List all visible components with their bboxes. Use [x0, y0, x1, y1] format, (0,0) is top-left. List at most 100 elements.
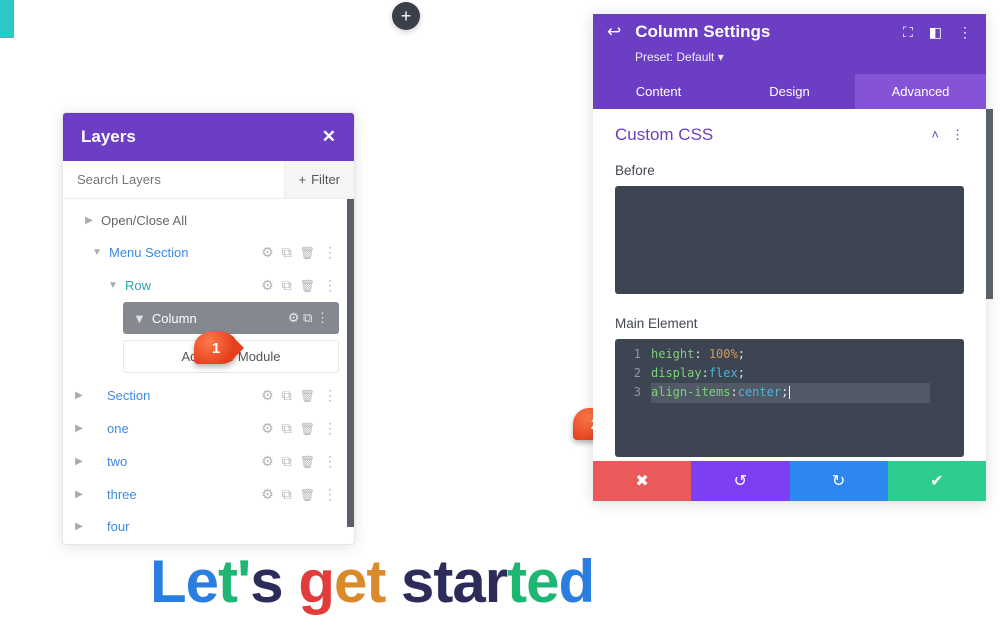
code-line-1: 1 height: 100%; — [623, 345, 956, 364]
layers-tree: ▶ Open/Close All ▼ Menu Section ▼ Row — [63, 199, 347, 544]
before-css-input[interactable] — [615, 186, 964, 294]
layer-label: Section — [107, 388, 261, 403]
expand-icon[interactable]: ⛶ — [903, 24, 913, 41]
layers-panel: Layers ✕ + Filter ▶ Open/Close All ▼ Men… — [62, 112, 355, 545]
settings-tabs: Content Design Advanced — [593, 74, 986, 109]
layer-three[interactable]: ▶ three — [63, 478, 347, 511]
header-icons: ⛶ ◧ ⋮ — [903, 24, 972, 41]
settings-header-top: ↩ Column Settings ⛶ ◧ ⋮ — [593, 14, 986, 50]
caret-down-icon: ▼ — [133, 311, 146, 326]
duplicate-icon[interactable] — [282, 486, 292, 503]
plus-icon: + — [299, 172, 307, 187]
caret-right-icon: ▶ — [73, 456, 85, 467]
before-label: Before — [615, 163, 964, 178]
more-icon[interactable] — [323, 420, 337, 437]
layer-controls — [261, 244, 337, 261]
layout-icon[interactable]: ◧ — [929, 24, 942, 41]
gear-icon[interactable] — [261, 453, 274, 470]
more-icon[interactable] — [323, 453, 337, 470]
gear-icon[interactable] — [261, 420, 274, 437]
undo-button[interactable]: ↺ — [691, 461, 789, 501]
layer-two[interactable]: ▶ two — [63, 445, 347, 478]
css-semi: ; — [738, 366, 745, 380]
custom-css-section-header[interactable]: Custom CSS ˄ ⋮ — [615, 125, 964, 145]
main-element-css-input[interactable]: 1 height: 100%; 2 display:flex; 3 align-… — [615, 339, 964, 457]
chevron-up-icon[interactable]: ˄ — [931, 127, 939, 143]
layers-header: Layers ✕ — [63, 113, 354, 161]
page-edge-accent — [0, 0, 14, 38]
caret-down-icon: ▼ — [91, 247, 103, 258]
section-title: Custom CSS — [615, 125, 713, 145]
layer-one[interactable]: ▶ one — [63, 412, 347, 445]
layer-label: two — [107, 454, 261, 469]
preset-selector[interactable]: Preset: Default ▾ — [593, 50, 986, 74]
redo-button[interactable]: ↻ — [790, 461, 888, 501]
settings-header: ↩ Column Settings ⛶ ◧ ⋮ Preset: Default … — [593, 14, 986, 109]
callout-1: 1 — [194, 332, 238, 364]
css-semi: ; — [738, 347, 745, 361]
layer-row[interactable]: ▼ Row — [63, 269, 347, 302]
layer-menu-section[interactable]: ▼ Menu Section — [63, 236, 347, 269]
scrollbar[interactable] — [986, 109, 993, 299]
open-close-all[interactable]: ▶ Open/Close All — [63, 205, 347, 236]
gear-icon[interactable] — [261, 486, 274, 503]
more-icon[interactable] — [323, 486, 337, 503]
duplicate-icon[interactable] — [282, 453, 292, 470]
css-property: align-items — [651, 385, 730, 399]
layer-label: Row — [125, 278, 261, 293]
tab-content[interactable]: Content — [593, 74, 724, 109]
trash-icon[interactable] — [300, 387, 315, 404]
duplicate-icon[interactable] — [282, 387, 292, 404]
back-icon[interactable]: ↩ — [607, 22, 621, 42]
line-number: 1 — [623, 345, 641, 364]
more-icon[interactable] — [323, 277, 337, 294]
layer-column-selected[interactable]: ▼ Column — [123, 302, 339, 334]
more-icon[interactable] — [323, 244, 337, 261]
caret-down-icon: ▼ — [107, 280, 119, 291]
column-settings-panel: ↩ Column Settings ⛶ ◧ ⋮ Preset: Default … — [593, 14, 986, 501]
hero-text-part: t' — [218, 548, 250, 615]
scrollbar[interactable] — [347, 199, 354, 527]
hero-text-part: s — [250, 548, 298, 615]
more-icon[interactable] — [323, 387, 337, 404]
hero-text-part: g — [298, 548, 334, 615]
hero-text-part: et — [334, 548, 401, 615]
trash-icon[interactable] — [300, 244, 315, 261]
search-input[interactable] — [63, 161, 284, 198]
layer-controls — [288, 310, 329, 326]
trash-icon[interactable] — [300, 453, 315, 470]
cancel-button[interactable]: ✖ — [593, 461, 691, 501]
tab-advanced[interactable]: Advanced — [855, 74, 986, 109]
layer-section[interactable]: ▶ Section — [63, 379, 347, 412]
add-section-button[interactable]: + — [392, 2, 420, 30]
more-icon[interactable] — [316, 310, 329, 325]
more-icon[interactable]: ⋮ — [958, 24, 972, 41]
save-button[interactable]: ✔ — [888, 461, 986, 501]
gear-icon[interactable] — [261, 244, 274, 261]
filter-label: Filter — [311, 172, 340, 187]
hero-text-part: star — [401, 548, 507, 615]
layer-controls — [261, 453, 337, 470]
layers-body: ▶ Open/Close All ▼ Menu Section ▼ Row — [63, 199, 354, 544]
section-icons: ˄ ⋮ — [931, 127, 964, 143]
trash-icon[interactable] — [300, 420, 315, 437]
css-property: display — [651, 366, 702, 380]
trash-icon[interactable] — [300, 486, 315, 503]
css-value: 100% — [709, 347, 738, 361]
hero-text-part: te — [507, 548, 558, 615]
gear-icon[interactable] — [288, 310, 300, 325]
gear-icon[interactable] — [261, 387, 274, 404]
duplicate-icon[interactable] — [303, 310, 312, 325]
filter-button[interactable]: + Filter — [284, 161, 354, 198]
layer-four[interactable]: ▶ four — [63, 511, 347, 534]
duplicate-icon[interactable] — [282, 244, 292, 261]
gear-icon[interactable] — [261, 277, 274, 294]
duplicate-icon[interactable] — [282, 277, 292, 294]
close-icon[interactable]: ✕ — [322, 127, 336, 147]
duplicate-icon[interactable] — [282, 420, 292, 437]
trash-icon[interactable] — [300, 277, 315, 294]
more-icon[interactable]: ⋮ — [951, 127, 964, 143]
css-semi: ; — [781, 385, 788, 399]
tab-design[interactable]: Design — [724, 74, 855, 109]
caret-right-icon: ▶ — [83, 215, 95, 226]
